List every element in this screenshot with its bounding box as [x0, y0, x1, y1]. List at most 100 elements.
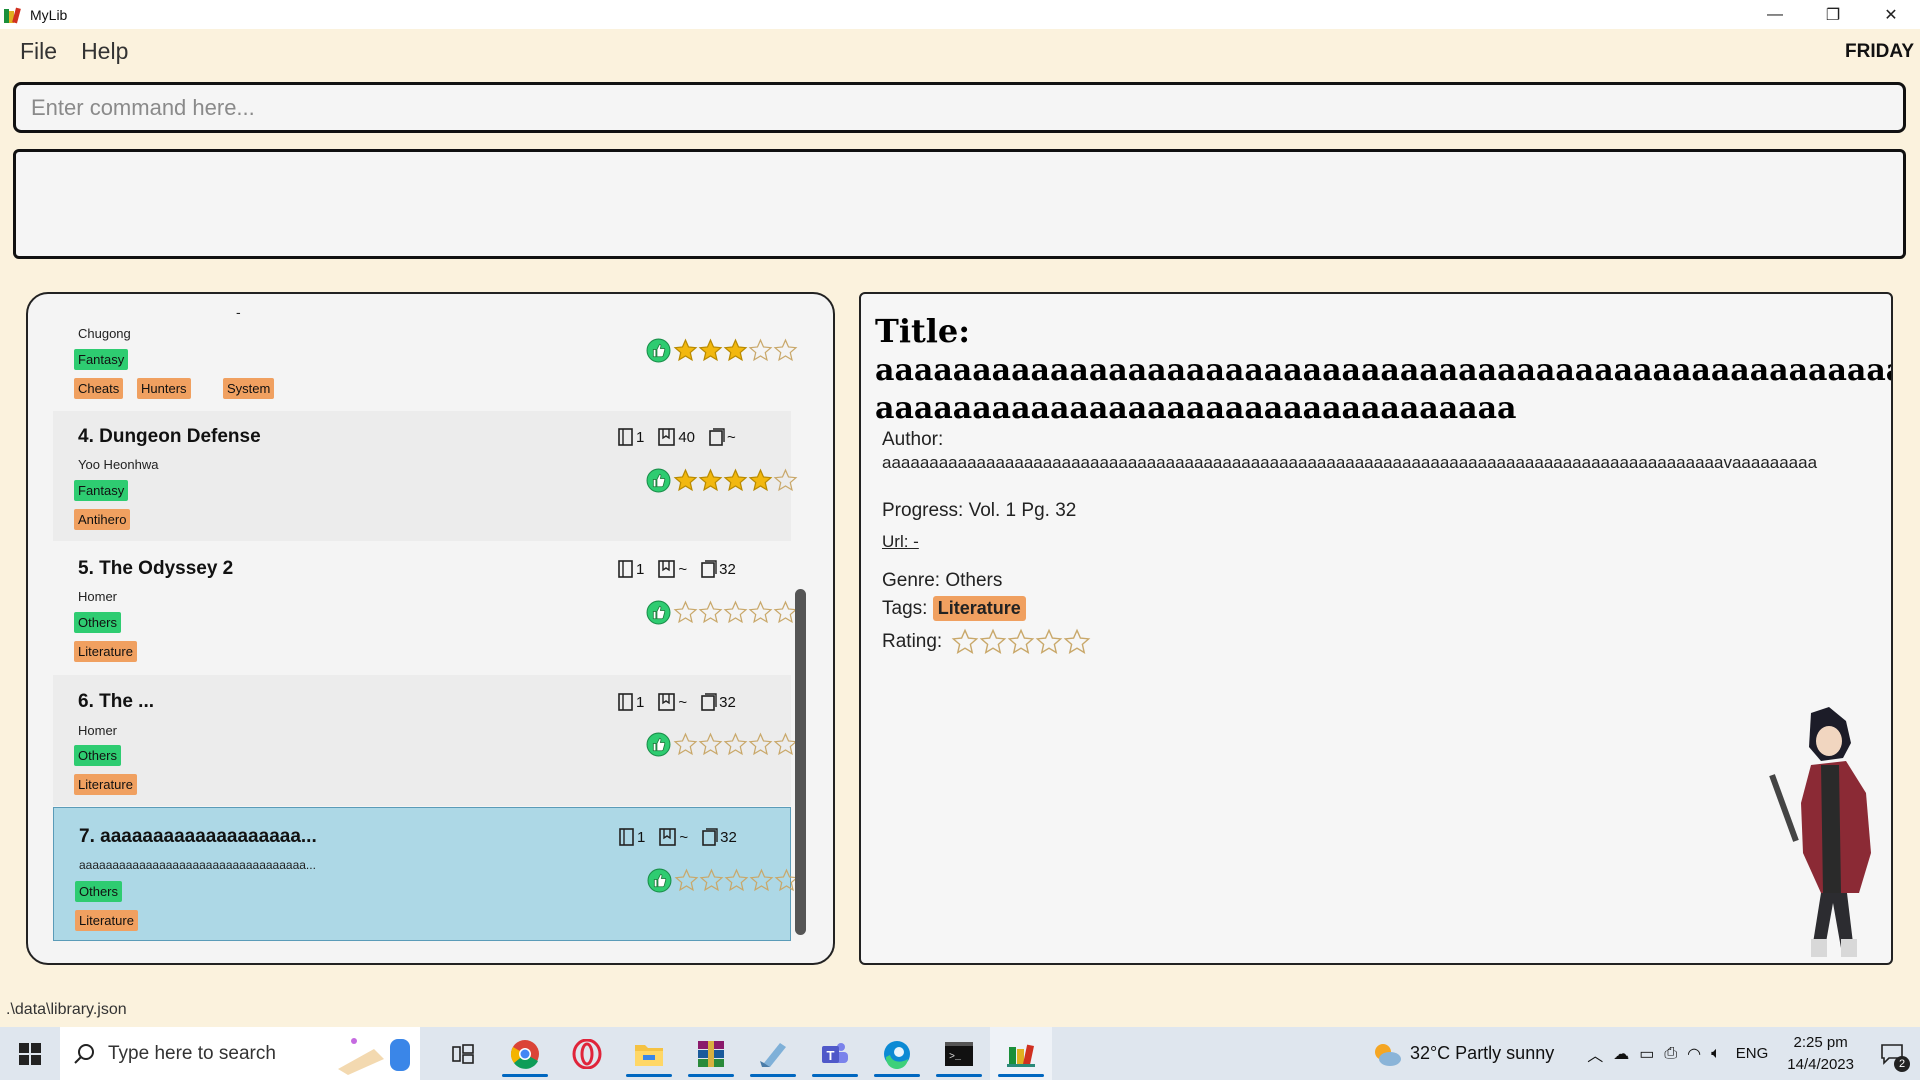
- book-title: 5. The Odyssey 2: [78, 558, 234, 579]
- chevron-up-icon[interactable]: ︿: [1587, 1042, 1603, 1066]
- wifi-icon[interactable]: ◠: [1687, 1044, 1701, 1064]
- genre-tag: Others: [74, 612, 122, 633]
- volume-stat: 1: [618, 560, 644, 578]
- chapter-icon: [709, 428, 725, 446]
- command-input[interactable]: [16, 85, 1903, 130]
- teams-icon[interactable]: T: [804, 1027, 866, 1080]
- bookmark-icon: [658, 428, 676, 446]
- file-path-status: .\data\library.json: [6, 1001, 127, 1018]
- opera-icon[interactable]: [556, 1027, 618, 1080]
- title-bar: MyLib — ❐ ✕: [0, 0, 1920, 29]
- detail-genre: Genre: Others: [882, 570, 1003, 591]
- book-title: 6. The ...: [78, 691, 155, 712]
- progress-stats: 1 40 ~: [618, 428, 750, 446]
- detail-url[interactable]: Url: -: [882, 532, 919, 552]
- book-card[interactable]: - Chugong Fantasy Cheats Hunters System: [53, 294, 798, 410]
- menu-help[interactable]: Help: [81, 38, 128, 65]
- weather-icon: [1374, 1043, 1401, 1066]
- app-icon: [4, 7, 22, 23]
- rating-row: [646, 468, 798, 493]
- page-value: ~: [679, 828, 689, 846]
- language-indicator[interactable]: ENG: [1736, 1045, 1769, 1062]
- clock[interactable]: 2:25 pm 14/4/2023: [1787, 1032, 1854, 1076]
- progress-stats: 1 ~ 32: [618, 693, 750, 711]
- star-empty-icon: [1064, 628, 1091, 654]
- meet-icon[interactable]: ⎙: [1664, 1045, 1677, 1063]
- star-empty-icon: [749, 868, 774, 892]
- star-empty-icon: [748, 732, 773, 756]
- bookmark-icon: [658, 693, 676, 711]
- result-display: [13, 149, 1906, 259]
- file-explorer-icon[interactable]: [618, 1027, 680, 1080]
- detail-author-value: aaaaaaaaaaaaaaaaaaaaaaaaaaaaaaaaaaaaaaaa…: [882, 453, 1818, 472]
- notification-button[interactable]: 2: [1872, 1027, 1912, 1080]
- search-placeholder: Type here to search: [108, 1042, 276, 1064]
- restore-button[interactable]: ❐: [1804, 0, 1862, 29]
- book-title: 7. aaaaaaaaaaaaaaaaaaa...: [79, 826, 317, 847]
- detail-progress: Progress: Vol. 1 Pg. 32: [882, 500, 1077, 521]
- book-list-panel: - Chugong Fantasy Cheats Hunters System …: [26, 292, 835, 965]
- star-empty-icon: [773, 338, 798, 362]
- book-card[interactable]: 4. Dungeon Defense Yoo Heonhwa Fantasy A…: [53, 411, 798, 541]
- book-tag: System: [223, 378, 275, 399]
- star-empty-icon: [698, 732, 723, 756]
- battery-icon[interactable]: ▭: [1639, 1044, 1654, 1064]
- chapter-stat: 32: [702, 828, 737, 846]
- book-card[interactable]: 5. The Odyssey 2 Homer Others Literature…: [53, 542, 798, 674]
- chapter-stat: 32: [701, 560, 736, 578]
- book-author: Homer: [78, 589, 118, 604]
- start-button[interactable]: [0, 1027, 60, 1080]
- star-empty-icon: [674, 868, 699, 892]
- rating-row: [646, 338, 798, 363]
- mylib-taskbar-icon[interactable]: [990, 1027, 1052, 1080]
- progress-stats: 1 ~ 32: [618, 560, 750, 578]
- character-illustration: [1769, 707, 1871, 957]
- page-stat: ~: [658, 693, 687, 711]
- star-filled-icon: [673, 338, 698, 362]
- star-empty-icon: [1036, 628, 1063, 654]
- book-tag: Antihero: [74, 509, 131, 530]
- rating-row: [646, 600, 798, 625]
- terminal-icon[interactable]: >_: [928, 1027, 990, 1080]
- taskview-icon[interactable]: [432, 1027, 494, 1080]
- taskbar-search[interactable]: Type here to search: [60, 1027, 420, 1080]
- detail-title-label: Title:: [875, 312, 971, 350]
- day-label: FRIDAY: [1845, 41, 1914, 62]
- book-card-selected[interactable]: 7. aaaaaaaaaaaaaaaaaaa... aaaaaaaaaaaaaa…: [53, 807, 799, 941]
- winrar-icon[interactable]: [680, 1027, 742, 1080]
- detail-author-label: Author:: [882, 429, 944, 450]
- minimize-button[interactable]: —: [1746, 0, 1804, 29]
- chrome-icon[interactable]: [494, 1027, 556, 1080]
- page-value: 40: [678, 428, 696, 446]
- window-title: MyLib: [30, 6, 68, 23]
- volume-value: 1: [636, 693, 645, 711]
- chapter-stat: ~: [709, 428, 736, 446]
- star-filled-icon: [698, 468, 723, 492]
- star-empty-icon: [723, 600, 748, 624]
- star-empty-icon: [698, 600, 723, 624]
- book-author: aaaaaaaaaaaaaaaaaaaaaaaaaaaaaaaaaa...: [79, 858, 316, 872]
- weather-widget[interactable]: 32°C Partly sunny: [1372, 1041, 1554, 1067]
- book-card[interactable]: 6. The ... Homer Others Literature 1 ~ 3…: [53, 675, 798, 806]
- thumbs-up-icon: [646, 600, 671, 625]
- list-scrollbar[interactable]: [795, 589, 806, 935]
- thumbs-up-icon: [646, 732, 671, 757]
- volume-icon[interactable]: 🔈︎: [1711, 1045, 1721, 1063]
- book-tag: Cheats: [74, 378, 124, 399]
- book-tag: Literature: [74, 641, 137, 662]
- notepad-icon[interactable]: [742, 1027, 804, 1080]
- svg-text:>_: >_: [949, 1052, 962, 1063]
- page-value: ~: [678, 560, 688, 578]
- close-button[interactable]: ✕: [1862, 0, 1920, 29]
- chapter-icon: [701, 560, 717, 578]
- onedrive-icon[interactable]: ☁: [1613, 1044, 1629, 1064]
- chapter-icon: [701, 693, 717, 711]
- search-highlight-icon: [338, 1038, 410, 1075]
- thumbs-up-icon: [646, 468, 671, 493]
- edge-icon[interactable]: [866, 1027, 928, 1080]
- star-filled-icon: [723, 338, 748, 362]
- clock-time: 2:25 pm: [1793, 1033, 1848, 1051]
- menu-file[interactable]: File: [20, 38, 57, 65]
- star-filled-icon: [748, 468, 773, 492]
- chapter-value: 32: [720, 828, 737, 846]
